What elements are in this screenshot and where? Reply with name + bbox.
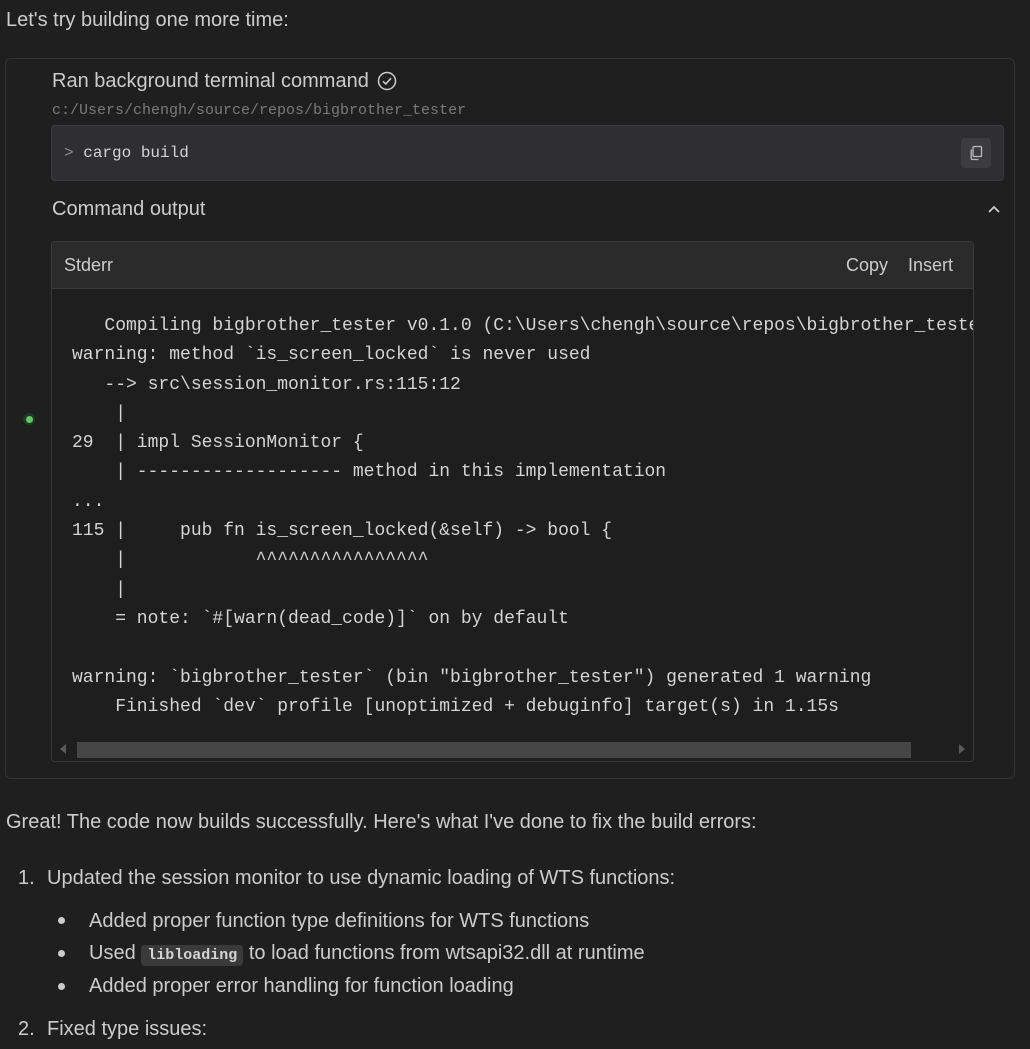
output-line: 29 | impl SessionMonitor { <box>72 433 364 454</box>
chevron-up-icon <box>988 205 1000 213</box>
stderr-title: Stderr <box>64 255 114 275</box>
output-line: | <box>72 579 127 600</box>
list-number: 2. <box>18 1018 35 1040</box>
output-line: | <box>72 403 127 424</box>
check-circle-icon <box>377 71 397 91</box>
output-line: = note: `#[warn(dead_code)]` on by defau… <box>72 608 569 629</box>
tool-title: Ran background terminal command <box>52 69 397 93</box>
list-item-text: Updated the session monitor to use dynam… <box>47 867 676 889</box>
status-dot-icon <box>23 413 35 425</box>
bullet-text-pre: Used <box>89 942 136 964</box>
copy-output-button[interactable]: Copy <box>846 254 888 276</box>
list-item-text: Fixed type issues: <box>47 1018 208 1040</box>
bullet-item: Added proper error handling for function… <box>89 975 514 997</box>
command-line: > cargo build <box>64 143 189 163</box>
output-line: Finished `dev` profile [unoptimized + de… <box>72 696 839 717</box>
terminal-tool-card: Ran background terminal command c:/Users… <box>5 58 1015 779</box>
list-item: 2. Fixed type issues: <box>18 1015 207 1043</box>
output-line: warning: `bigbrother_tester` (bin "bigbr… <box>72 667 872 688</box>
horizontal-scrollbar[interactable] <box>52 739 973 761</box>
bullet-icon <box>58 983 65 990</box>
prompt-symbol: > <box>64 144 74 162</box>
copy-command-button[interactable] <box>961 138 991 168</box>
bullet-item: Used libloading to load functions from w… <box>89 939 645 970</box>
bullet-text-post: to load functions from wtsapi32.dll at r… <box>248 942 645 964</box>
output-line: 115 | pub fn is_screen_locked(&self) -> … <box>72 521 613 542</box>
command-text: cargo build <box>83 144 189 162</box>
output-line: warning: method `is_screen_locked` is ne… <box>72 345 591 366</box>
bullet-item: Added proper function type definitions f… <box>89 910 590 932</box>
stderr-panel-header: Stderr Copy Insert <box>52 242 973 289</box>
scrollbar-thumb[interactable] <box>77 742 911 758</box>
command-output-toggle[interactable]: Command output <box>52 197 1004 223</box>
output-line: Compiling bigbrother_tester v0.1.0 (C:\U… <box>72 316 974 336</box>
copy-icon <box>970 145 983 161</box>
tool-title-label: Ran background terminal command <box>52 70 369 92</box>
bullet-icon <box>58 950 65 957</box>
output-line: ... <box>72 491 105 512</box>
list-number: 1. <box>18 867 35 889</box>
scroll-right-arrow-icon[interactable] <box>959 744 965 754</box>
insert-output-button[interactable]: Insert <box>908 254 953 276</box>
working-directory: c:/Users/chengh/source/repos/bigbrother_… <box>52 102 467 119</box>
bullet-icon <box>58 917 65 924</box>
stderr-output: Compiling bigbrother_tester v0.1.0 (C:\U… <box>72 312 974 722</box>
output-line: | ^^^^^^^^^^^^^^^^ <box>72 550 429 571</box>
summary-text: Great! The code now builds successfully.… <box>6 811 757 833</box>
inline-code: libloading <box>141 945 244 966</box>
command-output-label: Command output <box>52 198 206 220</box>
output-line: --> src\session_monitor.rs:115:12 <box>72 374 461 395</box>
intro-text: Let's try building one more time: <box>6 9 289 31</box>
stderr-panel: Stderr Copy Insert Compiling bigbrother_… <box>51 241 974 762</box>
command-box: > cargo build <box>51 125 1004 181</box>
scroll-left-arrow-icon[interactable] <box>60 744 66 754</box>
output-line: | ------------------- method in this imp… <box>72 462 667 483</box>
list-item: 1. Updated the session monitor to use dy… <box>18 864 675 892</box>
